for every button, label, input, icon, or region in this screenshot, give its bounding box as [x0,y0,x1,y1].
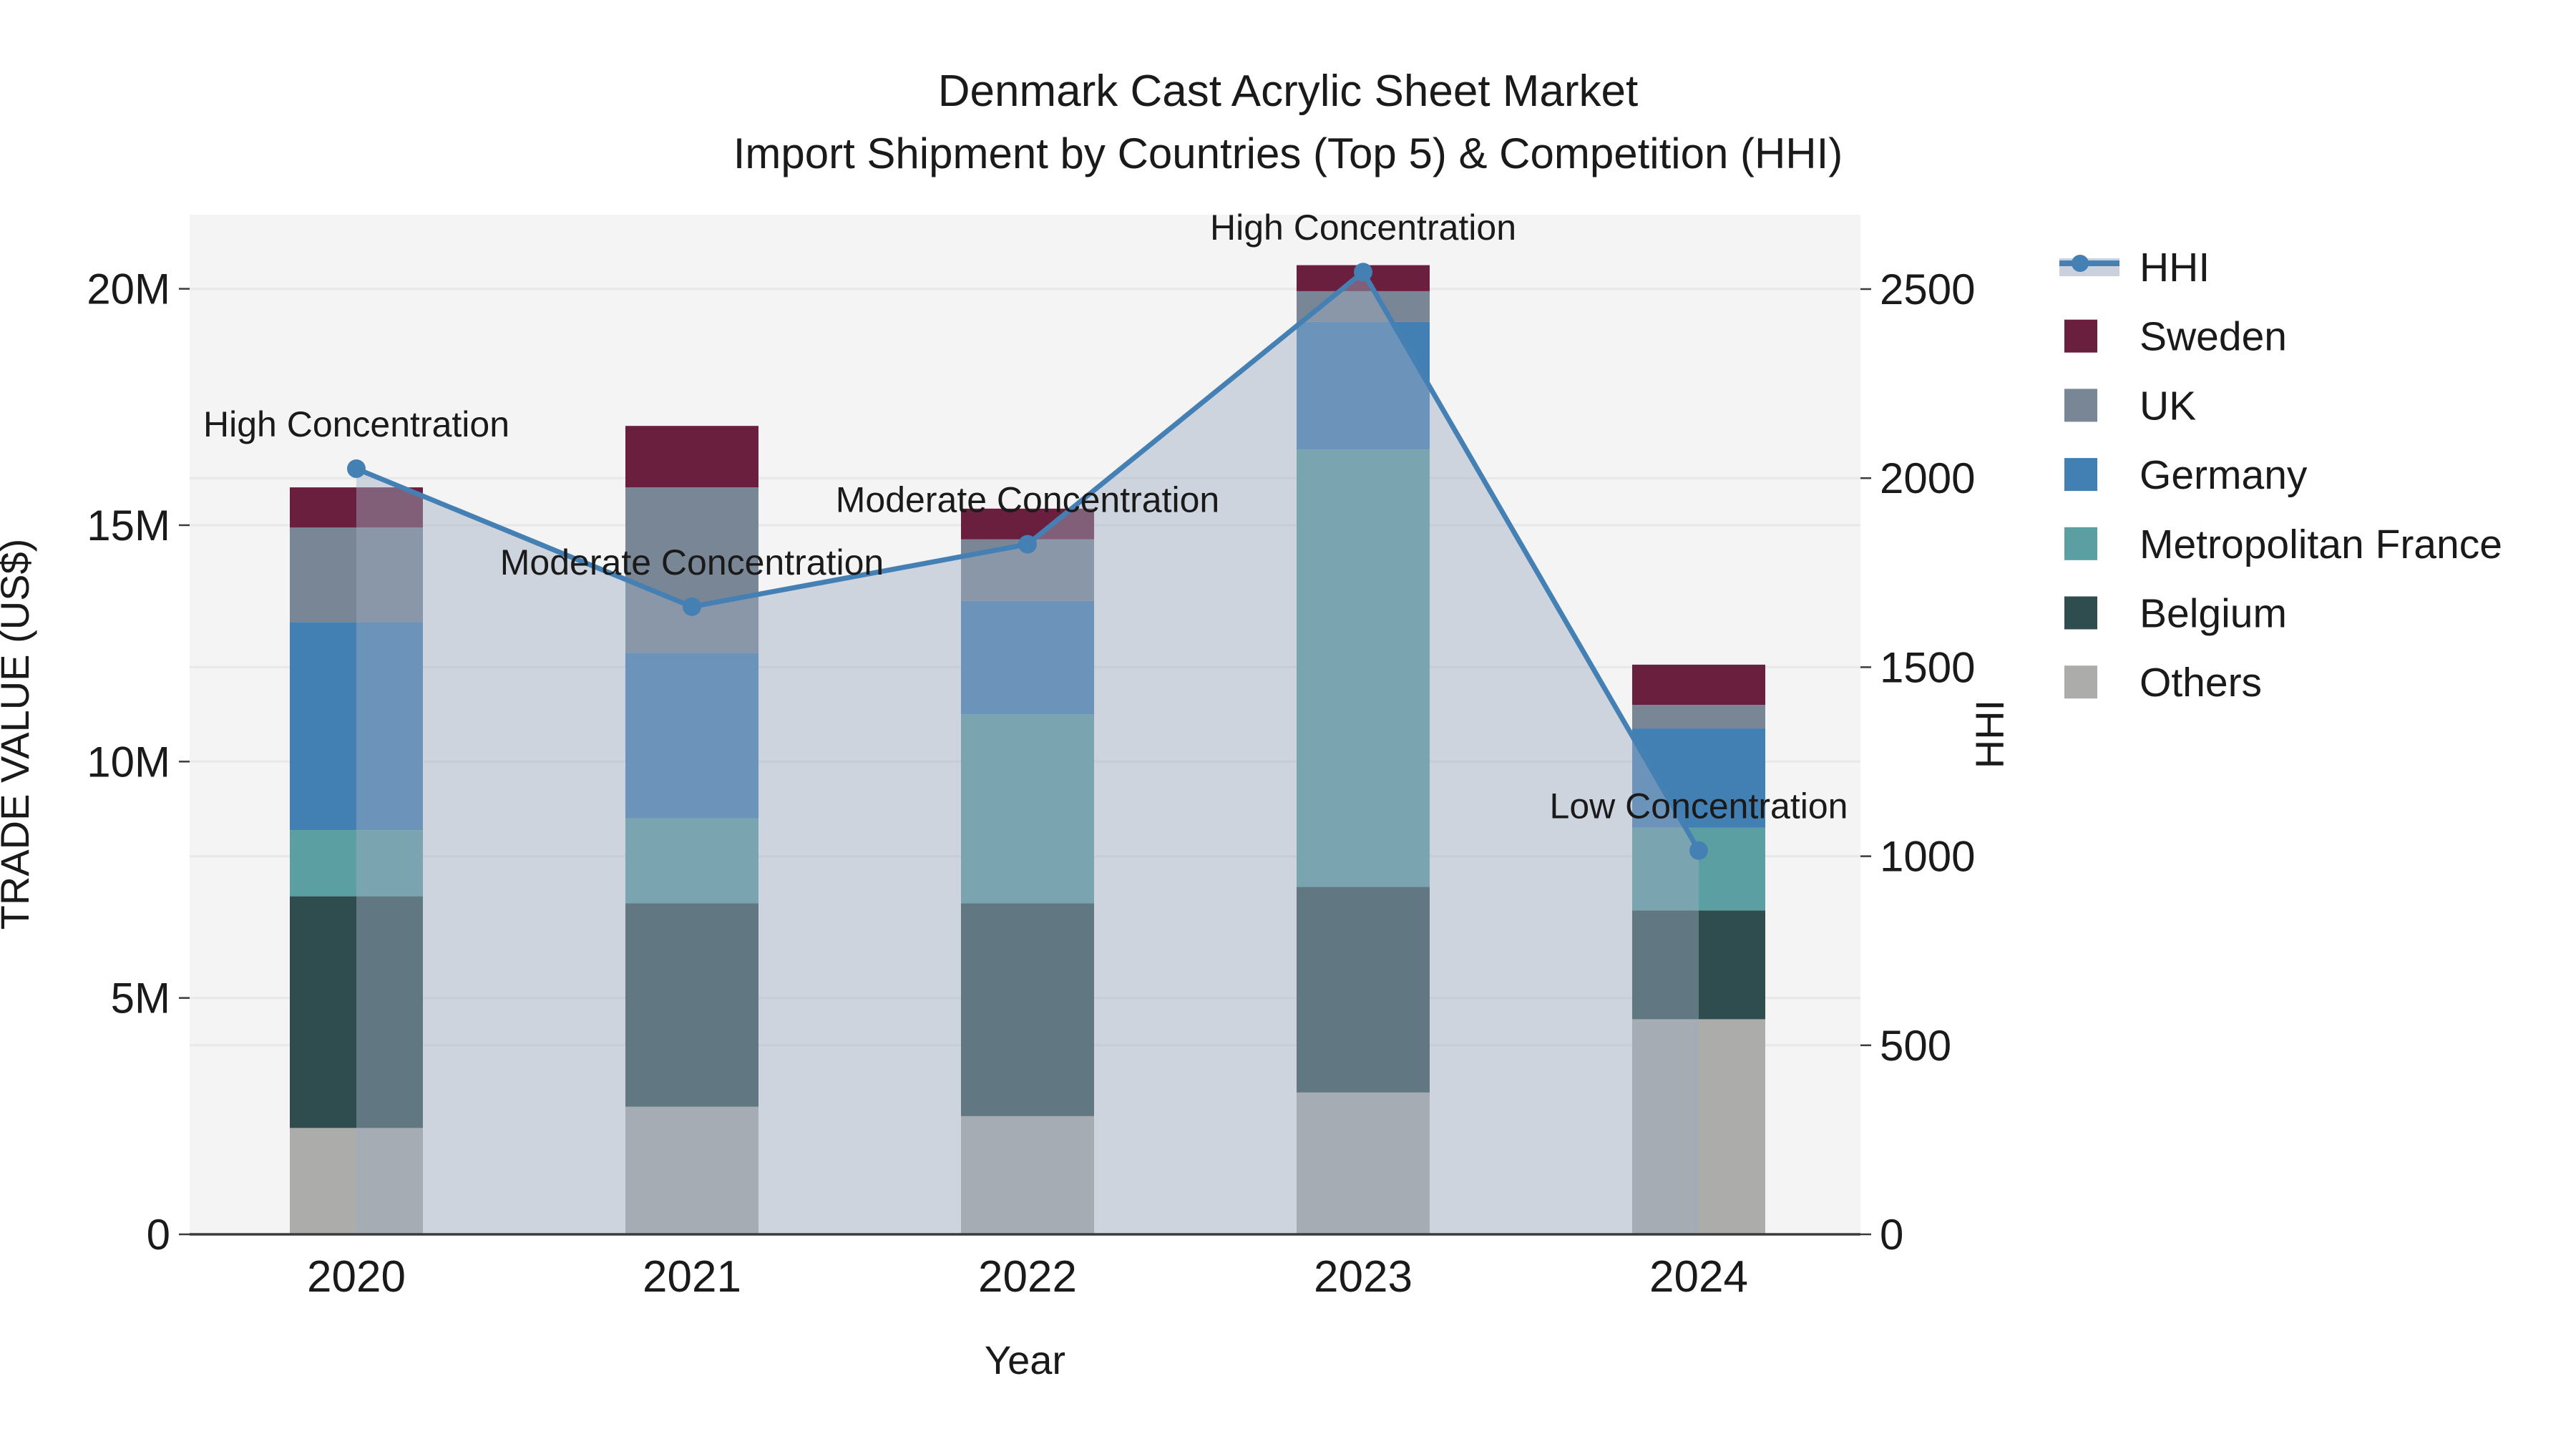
hhi-marker-2024 [1689,841,1708,860]
annotation-2023: High Concentration [1210,208,1516,248]
x-axis-title: Year [985,1337,1065,1382]
legend-item-sweden[interactable]: Sweden [2064,314,2287,360]
legend-label-sweden: Sweden [2140,314,2287,360]
legend-swatch-sweden [2064,319,2097,353]
legend-swatch-others [2064,665,2097,699]
y-right-tick-label-500: 500 [1880,1022,1951,1070]
x-tick-label-2020: 2020 [307,1252,406,1302]
x-tick-label-2023: 2023 [1314,1252,1413,1302]
y-left-tick-label-15M: 15M [87,502,170,550]
legend-item-hhi[interactable]: HHI [2059,245,2210,291]
y-left-tick-label-10M: 10M [87,738,170,786]
legend-item-germany[interactable]: Germany [2064,452,2308,498]
y-left-tick-label-20M: 20M [87,265,170,313]
legend: HHI Sweden UK Germany Metropolitan France Bel… [2059,245,2502,706]
legend-swatch-belgium [2064,596,2097,630]
legend-label-others: Others [2140,660,2262,706]
annotation-2020: High Concentration [203,404,509,444]
legend-label-uk: UK [2140,383,2196,429]
y-right-tick-label-0: 0 [1880,1211,1903,1259]
annotation-2021: Moderate Concentration [500,542,884,582]
y-right-tick-label-2500: 2500 [1880,265,1975,313]
hhi-marker-2023 [1354,263,1372,282]
bar-segment-sweden-2024 [1632,664,1765,706]
y-right-tick-label-1000: 1000 [1880,833,1975,881]
y-right-tick-label-1500: 1500 [1880,643,1975,691]
chart-canvas: High Concentration Moderate Concentration… [0,208,2502,1382]
legend-swatch-germany [2064,458,2097,492]
legend-label-hhi: HHI [2140,245,2210,291]
figure-container: Denmark Cast Acrylic Sheet Market Import… [0,0,2576,1449]
bar-segment-sweden-2021 [625,426,758,488]
legend-item-others[interactable]: Others [2064,660,2262,706]
bar-segment-uk-2024 [1632,705,1765,729]
hhi-marker-2021 [683,597,701,616]
y-axis-title-left: TRADE VALUE (US$) [0,539,37,930]
annotation-2022: Moderate Concentration [836,480,1219,520]
y-left-tick-label-5M: 5M [111,975,170,1023]
legend-item-metropolitan-france[interactable]: Metropolitan France [2064,522,2502,567]
legend-swatch-hhi-marker [2072,255,2089,272]
legend-label-metropolitan-france: Metropolitan France [2140,522,2502,567]
x-tick-label-2024: 2024 [1649,1252,1748,1302]
hhi-marker-2020 [347,459,366,478]
legend-item-uk[interactable]: UK [2064,383,2196,429]
y-axis-title-right: HHI [1967,700,2012,769]
annotation-2024: Low Concentration [1550,786,1848,826]
hhi-marker-2022 [1018,535,1037,554]
legend-swatch-metropolitan-france [2064,527,2097,560]
x-tick-label-2021: 2021 [643,1252,741,1302]
legend-label-belgium: Belgium [2140,591,2287,637]
legend-label-germany: Germany [2140,452,2308,498]
legend-swatch-uk [2064,389,2097,422]
legend-item-belgium[interactable]: Belgium [2064,591,2287,637]
y-left-tick-label-0: 0 [147,1211,170,1259]
y-right-tick-label-2000: 2000 [1880,454,1975,502]
x-tick-label-2022: 2022 [978,1252,1077,1302]
